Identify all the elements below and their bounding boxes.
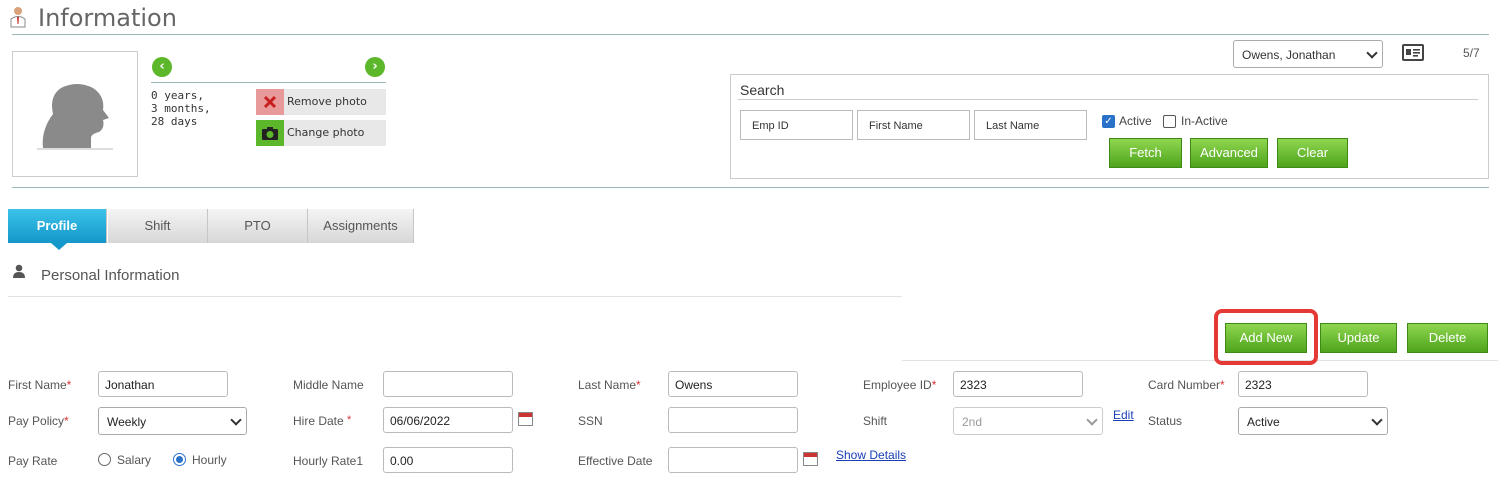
effective-date-label: Effective Date <box>578 454 653 468</box>
last-name-label: Last Name* <box>578 378 641 392</box>
delete-button[interactable]: Delete <box>1407 323 1488 353</box>
remove-photo-button[interactable]: Remove photo <box>256 89 386 115</box>
first-name-label: First Name* <box>8 378 72 392</box>
active-checkbox[interactable]: ✓ <box>1102 115 1115 128</box>
search-title: Search <box>740 82 785 98</box>
card-number-input[interactable]: 2323 <box>1238 371 1368 397</box>
salary-radio-label: Salary <box>117 453 152 467</box>
hourly-radio[interactable] <box>173 453 186 466</box>
remove-photo-label: Remove photo <box>287 95 367 108</box>
last-name-search-input[interactable]: Last Name <box>974 110 1087 140</box>
pay-rate-label: Pay Rate <box>8 454 58 468</box>
header-divider <box>12 34 1489 35</box>
hourly-radio-label: Hourly <box>192 453 227 467</box>
chevron-down-icon <box>1086 414 1098 426</box>
calendar-icon[interactable] <box>518 412 533 426</box>
show-details-link[interactable]: Show Details <box>836 448 906 462</box>
tenure-text: 0 years, 3 months, 28 days <box>151 89 211 128</box>
chevron-down-icon <box>1371 414 1383 426</box>
first-name-placeholder: First Name <box>869 120 923 132</box>
section-title: Personal Information <box>41 267 180 284</box>
pay-policy-label: Pay Policy* <box>8 414 69 428</box>
update-button[interactable]: Update <box>1320 323 1397 353</box>
hire-date-label: Hire Date * <box>293 414 352 428</box>
page-title: Information <box>38 4 177 32</box>
pay-policy-value: Weekly <box>107 415 147 429</box>
emp-id-input[interactable]: Emp ID <box>740 110 853 140</box>
next-employee-button[interactable]: › <box>365 57 385 77</box>
inactive-checkbox[interactable] <box>1163 115 1176 128</box>
status-label: Status <box>1148 414 1183 428</box>
shift-label: Shift <box>863 414 888 428</box>
actions-divider <box>902 360 1498 361</box>
ssn-input[interactable] <box>668 407 798 433</box>
salary-radio[interactable] <box>98 453 111 466</box>
id-card-icon[interactable] <box>1402 44 1424 61</box>
record-counter: 5/7 <box>1463 46 1480 60</box>
hourly-rate1-label: Hourly Rate1 <box>293 454 364 468</box>
last-name-input[interactable]: Owens <box>668 371 798 397</box>
section-divider <box>8 296 902 297</box>
employee-id-input[interactable]: 2323 <box>953 371 1083 397</box>
camera-icon <box>256 120 284 146</box>
change-photo-button[interactable]: Change photo <box>256 120 386 146</box>
status-value: Active <box>1247 415 1280 429</box>
avatar-silhouette-icon <box>37 84 113 150</box>
active-tab-pointer <box>51 243 67 250</box>
advanced-button[interactable]: Advanced <box>1190 138 1268 168</box>
effective-date-input[interactable] <box>668 447 798 473</box>
hire-date-input[interactable]: 06/06/2022 <box>383 407 513 433</box>
chevron-down-icon <box>1366 47 1378 59</box>
change-photo-label: Change photo <box>287 126 365 139</box>
photo-nav-divider <box>151 82 386 83</box>
chevron-down-icon <box>230 414 242 426</box>
fetch-button[interactable]: Fetch <box>1109 138 1182 168</box>
add-new-button[interactable]: Add New <box>1225 323 1307 353</box>
person-icon <box>13 264 25 278</box>
inactive-label: In-Active <box>1181 114 1228 128</box>
shift-edit-link[interactable]: Edit <box>1113 408 1134 422</box>
search-divider <box>738 99 1478 100</box>
tab-shift[interactable]: Shift <box>108 209 208 243</box>
first-name-input[interactable]: Jonathan <box>98 371 228 397</box>
clear-button[interactable]: Clear <box>1277 138 1348 168</box>
employee-icon <box>10 7 26 28</box>
remove-icon <box>256 89 284 115</box>
tab-assignments[interactable]: Assignments <box>308 209 414 243</box>
hourly-rate1-input[interactable]: 0.00 <box>383 447 513 473</box>
tab-pto[interactable]: PTO <box>208 209 308 243</box>
calendar-icon[interactable] <box>803 452 818 466</box>
status-select[interactable]: Active <box>1238 407 1388 435</box>
previous-employee-button[interactable]: ‹ <box>152 57 172 77</box>
top-section-divider <box>12 187 1489 188</box>
ssn-label: SSN <box>578 414 603 428</box>
active-label: Active <box>1119 114 1152 128</box>
shift-value: 2nd <box>962 415 983 429</box>
tab-profile[interactable]: Profile <box>8 209 107 243</box>
pay-policy-select[interactable]: Weekly <box>98 407 247 435</box>
shift-select[interactable]: 2nd <box>953 407 1103 435</box>
profile-photo <box>12 51 138 177</box>
last-name-placeholder: Last Name <box>986 120 1040 132</box>
middle-name-input[interactable] <box>383 371 513 397</box>
emp-id-placeholder: Emp ID <box>752 120 789 132</box>
middle-name-label: Middle Name <box>293 378 364 392</box>
card-number-label: Card Number* <box>1148 378 1225 392</box>
employee-select-value: Owens, Jonathan <box>1242 48 1336 62</box>
first-name-search-input[interactable]: First Name <box>857 110 970 140</box>
employee-id-label: Employee ID* <box>863 378 937 392</box>
employee-select[interactable]: Owens, Jonathan <box>1233 40 1383 68</box>
